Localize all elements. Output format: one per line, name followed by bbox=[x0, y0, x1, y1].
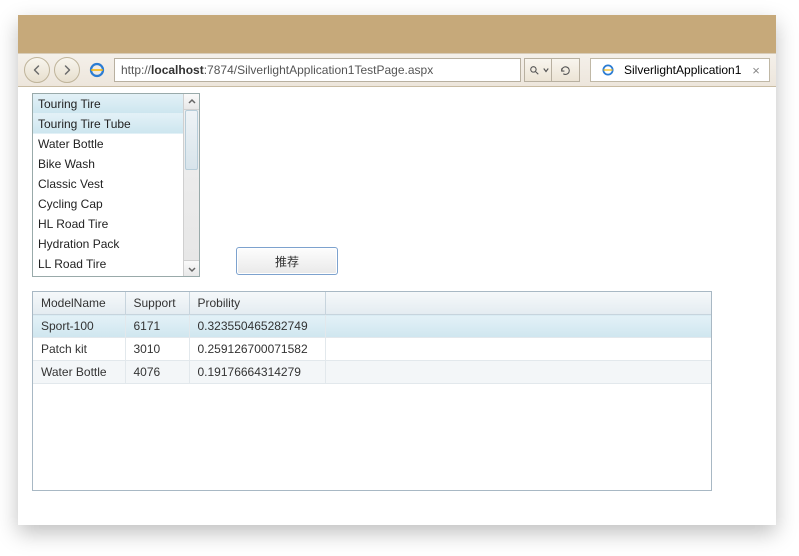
address-bar[interactable]: http://localhost:7874/SilverlightApplica… bbox=[114, 58, 521, 82]
column-header-probility[interactable]: Probility bbox=[189, 292, 325, 315]
table-row[interactable]: Sport-100 6171 0.323550465282749 bbox=[33, 315, 711, 338]
refresh-icon bbox=[559, 64, 572, 77]
listbox-items: Touring Tire Touring Tire Tube Water Bot… bbox=[33, 94, 183, 276]
browser-navbar: http://localhost:7874/SilverlightApplica… bbox=[18, 53, 776, 87]
table-row[interactable]: Water Bottle 4076 0.19176664314279 bbox=[33, 361, 711, 384]
cell-probility: 0.19176664314279 bbox=[189, 361, 325, 384]
refresh-button[interactable] bbox=[552, 58, 580, 82]
chevron-down-icon bbox=[543, 67, 549, 73]
cell-support: 4076 bbox=[125, 361, 189, 384]
cell-support: 6171 bbox=[125, 315, 189, 338]
cell-modelname: Patch kit bbox=[33, 338, 125, 361]
ie-icon bbox=[601, 63, 615, 77]
cell-modelname: Water Bottle bbox=[33, 361, 125, 384]
cell-filler bbox=[325, 361, 711, 384]
url-rest: :7874/SilverlightApplication1TestPage.as… bbox=[204, 63, 433, 77]
window-titlebar bbox=[18, 15, 776, 53]
listbox-scrollbar[interactable] bbox=[183, 94, 199, 276]
column-header-support[interactable]: Support bbox=[125, 292, 189, 315]
tab-title: SilverlightApplication1 bbox=[624, 63, 741, 77]
results-grid[interactable]: ModelName Support Probility Sport-100 61… bbox=[32, 291, 712, 491]
product-listbox[interactable]: Touring Tire Touring Tire Tube Water Bot… bbox=[32, 93, 200, 277]
search-button[interactable] bbox=[524, 58, 552, 82]
recommend-button[interactable]: 推荐 bbox=[236, 247, 338, 275]
list-item[interactable]: Bike Wash bbox=[33, 154, 183, 174]
list-item[interactable]: Touring Tire Tube bbox=[33, 114, 183, 134]
list-item[interactable]: LL Road Tire bbox=[33, 254, 183, 274]
cell-support: 3010 bbox=[125, 338, 189, 361]
forward-button[interactable] bbox=[54, 57, 80, 83]
cell-probility: 0.259126700071582 bbox=[189, 338, 325, 361]
arrow-left-icon bbox=[31, 64, 43, 76]
chevron-down-icon bbox=[188, 265, 196, 273]
list-item[interactable]: Cycling Cap bbox=[33, 194, 183, 214]
search-icon bbox=[528, 64, 541, 77]
cell-probility: 0.323550465282749 bbox=[189, 315, 325, 338]
chevron-up-icon bbox=[188, 98, 196, 106]
cell-filler bbox=[325, 338, 711, 361]
column-header-modelname[interactable]: ModelName bbox=[33, 292, 125, 315]
cell-filler bbox=[325, 315, 711, 338]
scroll-thumb[interactable] bbox=[185, 110, 198, 170]
cell-modelname: Sport-100 bbox=[33, 315, 125, 338]
list-item[interactable]: Touring Tire bbox=[33, 94, 183, 114]
close-icon: × bbox=[752, 63, 760, 78]
scroll-up-button[interactable] bbox=[184, 94, 199, 110]
arrow-right-icon bbox=[61, 64, 73, 76]
url-host: localhost bbox=[151, 63, 204, 77]
column-header-filler bbox=[325, 292, 711, 315]
back-button[interactable] bbox=[24, 57, 50, 83]
url-prefix: http:// bbox=[121, 63, 151, 77]
list-item[interactable]: Classic Vest bbox=[33, 174, 183, 194]
list-item[interactable]: Hydration Pack bbox=[33, 234, 183, 254]
scroll-down-button[interactable] bbox=[184, 260, 199, 276]
browser-tab[interactable]: SilverlightApplication1 × bbox=[590, 58, 770, 82]
ie-icon bbox=[88, 61, 106, 79]
list-item[interactable]: HL Road Tire bbox=[33, 214, 183, 234]
tab-close-button[interactable]: × bbox=[749, 63, 763, 77]
grid-header-row: ModelName Support Probility bbox=[33, 292, 711, 315]
table-row[interactable]: Patch kit 3010 0.259126700071582 bbox=[33, 338, 711, 361]
page-content: Touring Tire Touring Tire Tube Water Bot… bbox=[18, 87, 776, 525]
list-item[interactable]: Water Bottle bbox=[33, 134, 183, 154]
